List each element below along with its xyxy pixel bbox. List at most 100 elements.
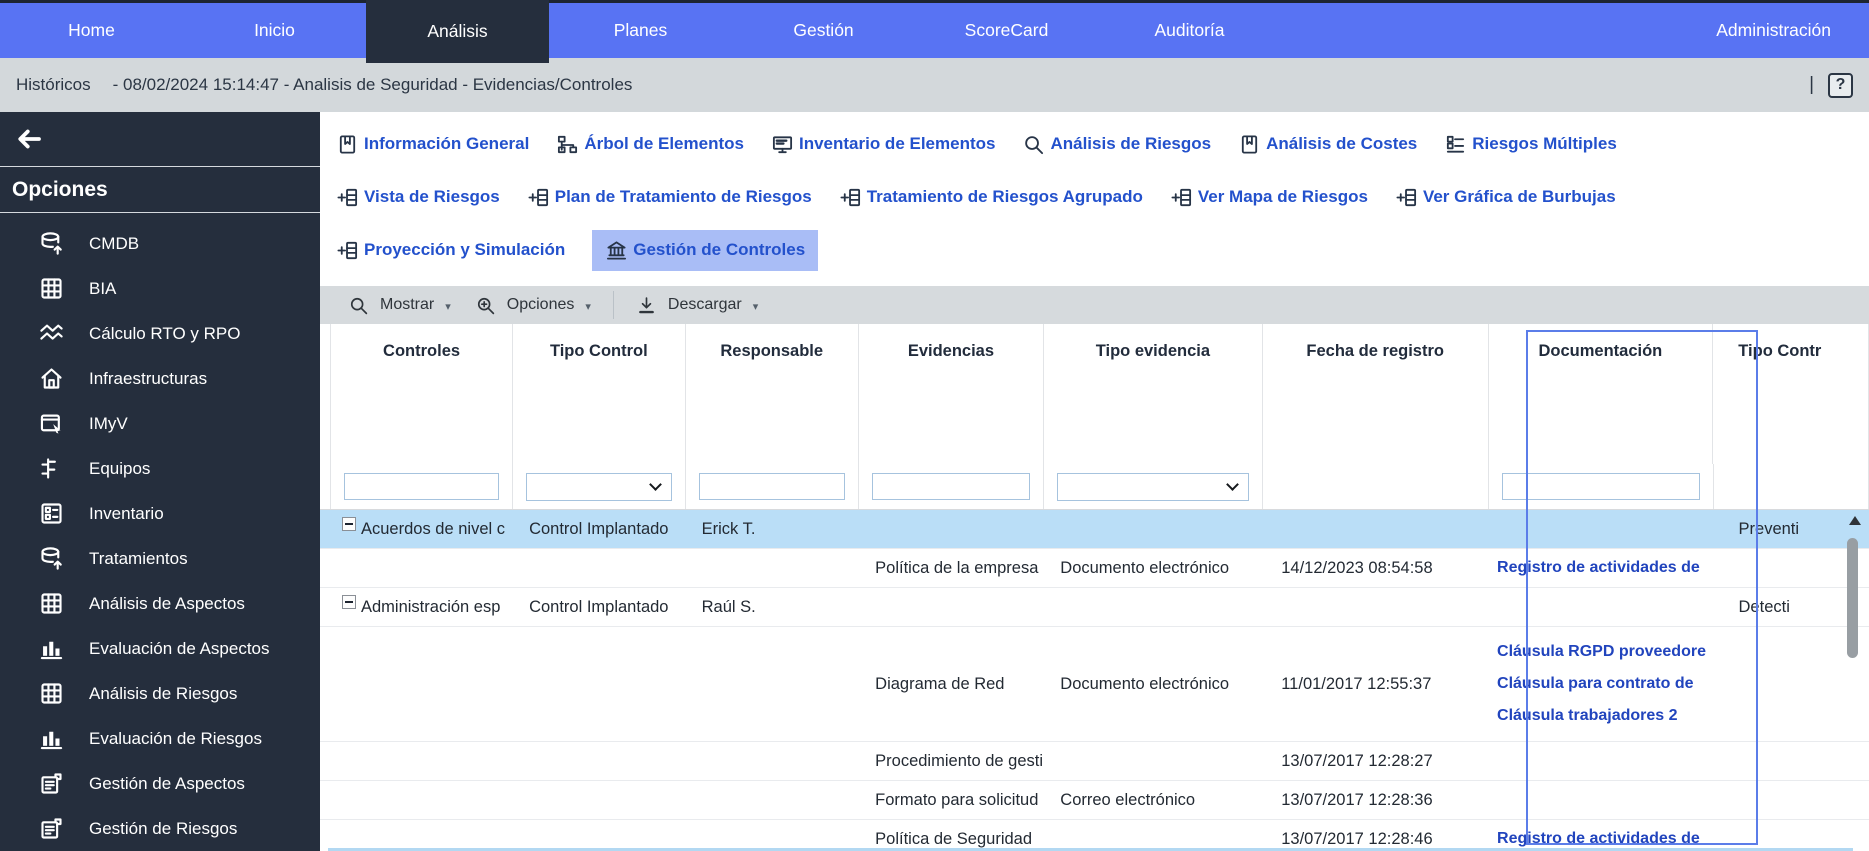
tab-vista-de-riesgos[interactable]: Vista de Riesgos — [336, 186, 500, 209]
analysis-tabs: Información General Árbol de Elementos Inv… — [320, 112, 1869, 272]
cell-controles: Acuerdos de nivel c — [330, 510, 513, 548]
nav-item-planes[interactable]: Planes — [549, 3, 732, 58]
table-cell — [859, 510, 1044, 548]
sidebar-item-equipos[interactable]: Equipos — [0, 446, 320, 491]
toolbar-button-descargar[interactable]: Descargar ▾ — [624, 295, 770, 316]
sidebar-item-infraestructuras[interactable]: Infraestructuras — [0, 356, 320, 401]
filter-cell-responsable — [686, 464, 860, 509]
column-header-evidencias[interactable]: Evidencias — [859, 324, 1044, 464]
filter-cell-tipo-control — [513, 464, 686, 509]
tab-label: Plan de Tratamiento de Riesgos — [554, 187, 812, 206]
filter-input-documentacion[interactable] — [1502, 473, 1700, 500]
nav-item-auditoria[interactable]: Auditoría — [1098, 3, 1281, 58]
cell-documentacion: Registro de actividades de — [1489, 549, 1713, 587]
tab-gestion-de-controles[interactable]: Gestión de Controles — [592, 229, 819, 271]
tab-arbol-de-elementos[interactable]: Árbol de Elementos — [556, 133, 744, 156]
sidebar-item-cmdb[interactable]: CMDB — [0, 221, 320, 266]
toolbar-button-opciones[interactable]: Opciones ▾ — [463, 295, 603, 316]
tab-ver-mapa-de-riesgos[interactable]: Ver Mapa de Riesgos — [1170, 186, 1368, 209]
table-cell — [1044, 588, 1263, 626]
table-cell — [1714, 820, 1869, 851]
column-header-fecha-de-registro[interactable]: Fecha de registro — [1263, 324, 1489, 464]
table-filter-row — [320, 464, 1869, 510]
calendar-cursor-icon — [40, 414, 61, 434]
cell-tipo-contr-2: Preventi — [1738, 519, 1800, 538]
tab-inventario-de-elementos[interactable]: Inventario de Elementos — [771, 133, 995, 156]
tab-label: Análisis de Costes — [1266, 134, 1418, 153]
nav-item-scorecard[interactable]: ScoreCard — [915, 3, 1098, 58]
control-group-row[interactable]: Acuerdos de nivel c Control Implantado Eri… — [320, 510, 1869, 549]
table-cell — [513, 781, 686, 819]
filter-input-controles[interactable] — [344, 473, 500, 500]
nav-item-inicio[interactable]: Inicio — [183, 3, 366, 58]
documentacion-link[interactable]: Cláusula para contrato de — [1497, 675, 1694, 693]
sidebar-item-label: Cálculo RTO y RPO — [89, 323, 241, 343]
evidence-row[interactable]: Política de Seguridad 13/07/2017 12:28:46… — [320, 820, 1869, 851]
sidebar-item-gestion-de-riesgos[interactable]: Gestión de Riesgos — [0, 806, 320, 851]
sidebar-item-label: Equipos — [89, 458, 151, 478]
tab-tratamiento-de-riesgos-agrupado[interactable]: Tratamiento de Riesgos Agrupado — [839, 186, 1143, 209]
column-header-tipo-control[interactable]: Tipo Control — [513, 324, 686, 464]
tab-riesgos-multiples[interactable]: Riesgos Múltiples — [1444, 133, 1617, 156]
breadcrumb-pipe: | — [1809, 74, 1814, 95]
filter-select-tipo-control[interactable] — [526, 472, 672, 501]
sidebar-item-evaluacion-de-aspectos[interactable]: Evaluación de Aspectos — [0, 626, 320, 671]
documentacion-link[interactable]: Registro de actividades de — [1497, 559, 1700, 577]
evidence-row[interactable]: Diagrama de Red Documento electrónico 11/0… — [320, 627, 1869, 742]
tab-analisis-de-costes[interactable]: Análisis de Costes — [1238, 133, 1417, 156]
column-header-tipo-evidencia[interactable]: Tipo evidencia — [1044, 324, 1263, 464]
evidence-row[interactable]: Formato para solicitud Correo electrónico… — [320, 781, 1869, 820]
sidebar-item-tratamientos[interactable]: Tratamientos — [0, 536, 320, 581]
sidebar-item-label: Evaluación de Aspectos — [89, 638, 270, 658]
cell-evidencias: Diagrama de Red — [875, 674, 1005, 693]
filter-input-responsable[interactable] — [698, 473, 846, 500]
sidebar-item-evaluacion-de-riesgos[interactable]: Evaluación de Riesgos — [0, 716, 320, 761]
scrollbar-up-arrow-icon[interactable] — [1849, 516, 1861, 525]
table-cell — [1714, 627, 1869, 741]
sidebar-item-inventario[interactable]: Inventario — [0, 491, 320, 536]
column-header-documentacion[interactable]: Documentación — [1489, 324, 1714, 464]
filter-select-tipo-evidencia[interactable] — [1057, 472, 1250, 501]
documentacion-link[interactable]: Registro de actividades de — [1497, 830, 1700, 848]
tab-plan-de-tratamiento-de-riesgos[interactable]: Plan de Tratamiento de Riesgos — [527, 186, 812, 209]
database-icon — [41, 547, 62, 570]
sidebar-item-analisis-de-aspectos[interactable]: Análisis de Aspectos — [0, 581, 320, 626]
list-grid-icon — [1447, 135, 1465, 153]
evidence-row[interactable]: Política de la empresa Documento electrón… — [320, 549, 1869, 588]
toolbar-button-mostrar[interactable]: Mostrar ▾ — [336, 295, 463, 316]
column-header-controles[interactable]: Controles — [330, 324, 514, 464]
sidebar-item-analisis-de-riesgos[interactable]: Análisis de Riesgos — [0, 671, 320, 716]
evidence-row[interactable]: Procedimiento de gesti 13/07/2017 12:28:2… — [320, 742, 1869, 781]
documentacion-link[interactable]: Cláusula trabajadores 2 — [1497, 707, 1678, 725]
table-cell — [1489, 588, 1713, 626]
nav-item-analisis[interactable]: Análisis — [366, 0, 549, 63]
control-name: Acuerdos de nivel c — [361, 519, 505, 538]
tab-informacion-general[interactable]: Información General — [336, 133, 529, 156]
cell-fecha-registro: 13/07/2017 12:28:46 — [1281, 829, 1433, 848]
column-header-responsable[interactable]: Responsable — [686, 324, 859, 464]
sidebar-item-calculo-rto-y-rpo[interactable]: Cálculo RTO y RPO — [0, 311, 320, 356]
table-cell — [513, 742, 686, 780]
sidebar-collapse-button[interactable] — [0, 112, 320, 168]
collapse-minus-icon[interactable] — [342, 595, 356, 609]
breadcrumb-section[interactable]: Históricos — [16, 75, 91, 95]
sidebar-item-gestion-de-aspectos[interactable]: Gestión de Aspectos — [0, 761, 320, 806]
nav-item-administracion[interactable]: Administración — [1678, 3, 1869, 58]
documentacion-link[interactable]: Cláusula RGPD proveedore — [1497, 643, 1706, 661]
vertical-scrollbar[interactable] — [1847, 538, 1858, 658]
collapse-minus-icon[interactable] — [342, 517, 356, 531]
help-icon[interactable]: ? — [1828, 72, 1853, 98]
caret-down-icon: ▾ — [585, 300, 591, 313]
tab-proyeccion-y-simulacion[interactable]: Proyección y Simulación — [336, 239, 565, 262]
control-group-row[interactable]: Administración esp Control Implantado Raúl… — [320, 588, 1869, 627]
nav-item-home[interactable]: Home — [0, 3, 183, 58]
tab-ver-grafica-de-burbujas[interactable]: Ver Gráfica de Burbujas — [1395, 186, 1616, 209]
tab-analisis-de-riesgos[interactable]: Análisis de Riesgos — [1022, 133, 1211, 156]
cell-fecha-registro: 13/07/2017 12:28:36 — [1281, 790, 1433, 809]
sidebar-item-bia[interactable]: BIA — [0, 266, 320, 311]
nav-item-gestion[interactable]: Gestión — [732, 3, 915, 58]
filter-input-evidencias[interactable] — [872, 473, 1031, 500]
sidebar-item-imyv[interactable]: IMyV — [0, 401, 320, 446]
column-header-tipo-contr[interactable]: Tipo Contr — [1713, 324, 1869, 464]
tab-row-2: Vista de Riesgos Plan de Tratamiento de R… — [336, 175, 1869, 219]
